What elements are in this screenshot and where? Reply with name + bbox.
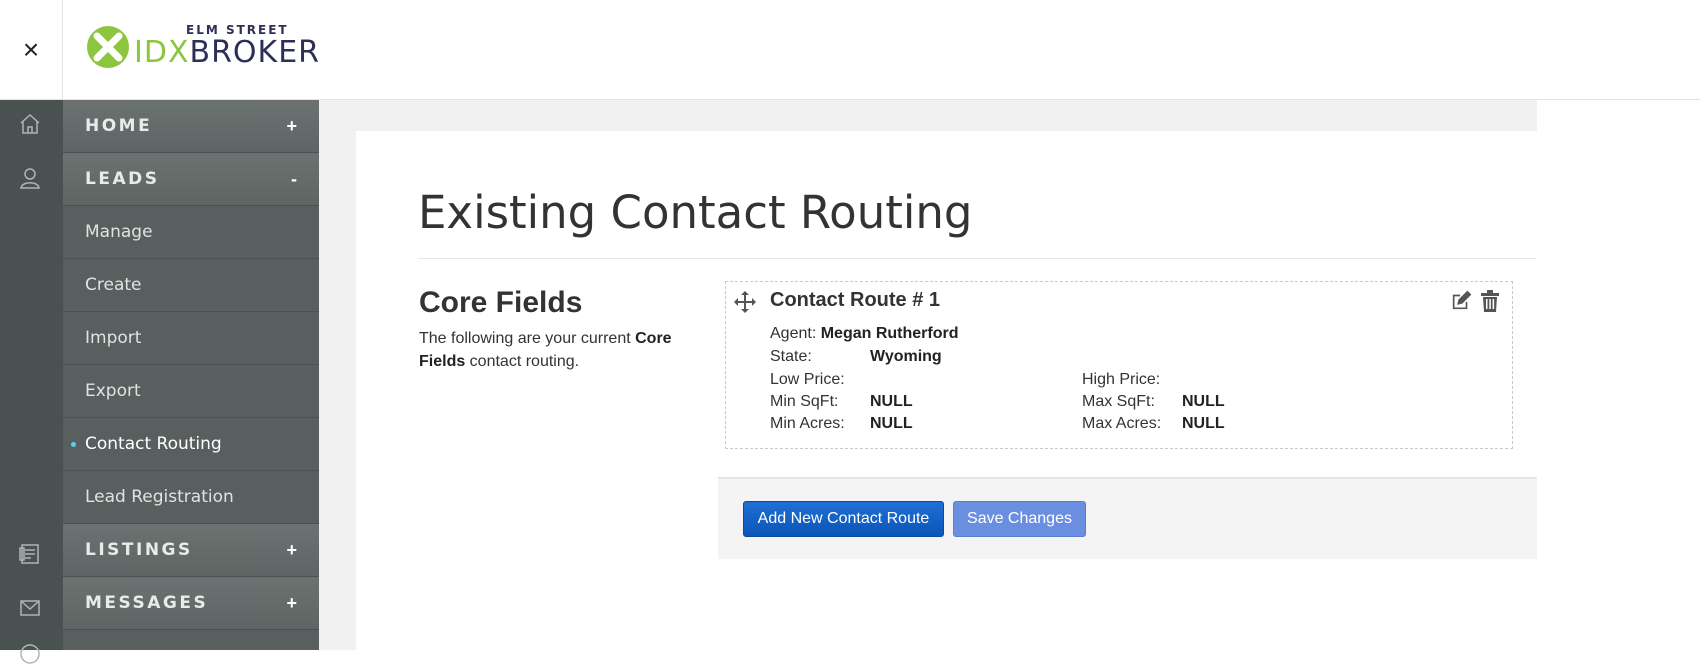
action-bar: Add New Contact Route Save Changes: [718, 477, 1537, 559]
state-label: State:: [770, 348, 812, 365]
nav-item-label: Contact Routing: [85, 434, 222, 454]
nav-item-create[interactable]: Create: [63, 259, 319, 312]
nav-item-lead-registration[interactable]: Lead Registration: [63, 471, 319, 524]
logo-mark-icon: [87, 26, 129, 68]
collapse-icon: -: [291, 168, 297, 189]
max-sqft-value: NULL: [1182, 393, 1225, 410]
nav-item-export[interactable]: Export: [63, 365, 319, 418]
min-acres-value: NULL: [870, 415, 913, 432]
edit-icon[interactable]: [1450, 290, 1472, 312]
help-icon[interactable]: [18, 642, 44, 668]
user-icon[interactable]: [18, 166, 44, 192]
listings-icon[interactable]: [18, 542, 44, 568]
expand-icon: +: [286, 539, 297, 560]
nav-item-label: Lead Registration: [85, 487, 234, 507]
active-indicator: [71, 442, 76, 447]
nav-item-label: Create: [85, 275, 142, 295]
nav-item-manage[interactable]: Manage: [63, 206, 319, 259]
page-title: Existing Contact Routing: [418, 186, 973, 239]
icon-rail: [0, 100, 63, 664]
max-sqft-label: Max SqFt:: [1082, 393, 1155, 410]
home-icon[interactable]: [18, 112, 44, 138]
move-icon[interactable]: [733, 290, 757, 314]
nav-item-label: Import: [85, 328, 142, 348]
min-sqft-value: NULL: [870, 393, 913, 410]
expand-icon: +: [286, 592, 297, 613]
nav-item-contact-routing[interactable]: Contact Routing: [63, 418, 319, 471]
nav-item-label: Manage: [85, 222, 153, 242]
agent-field: Agent: Megan Rutherford: [770, 325, 959, 342]
trash-icon[interactable]: [1480, 290, 1500, 312]
sidebar-nav: HOME + LEADS - Manage Create Import Expo…: [63, 100, 319, 650]
logo-broker-text: BROKER: [189, 35, 321, 70]
high-price-label: High Price:: [1082, 371, 1161, 388]
add-contact-route-button[interactable]: Add New Contact Route: [743, 501, 944, 537]
nav-section-messages[interactable]: MESSAGES +: [63, 577, 319, 630]
nav-section-label: LISTINGS: [85, 540, 193, 560]
section-title: Core Fields: [419, 286, 583, 319]
nav-section-label: LEADS: [85, 169, 160, 189]
nav-section-label: MESSAGES: [85, 593, 209, 613]
top-header: × ELM STREET IDXBROKER: [0, 0, 1700, 100]
agent-value: Megan Rutherford: [820, 325, 959, 342]
route-title: Contact Route # 1: [770, 289, 941, 311]
nav-section-home[interactable]: HOME +: [63, 100, 319, 153]
min-sqft-label: Min SqFt:: [770, 393, 839, 410]
section-description: The following are your current Core Fiel…: [419, 330, 672, 370]
close-menu-button[interactable]: ×: [0, 0, 63, 99]
min-acres-label: Min Acres:: [770, 415, 845, 432]
nav-item-import[interactable]: Import: [63, 312, 319, 365]
nav-section-listings[interactable]: LISTINGS +: [63, 524, 319, 577]
title-divider: [418, 258, 1536, 259]
logo-idx-text: IDX: [134, 35, 190, 70]
max-acres-label: Max Acres:: [1082, 415, 1162, 432]
max-acres-value: NULL: [1182, 415, 1225, 432]
nav-item-label: Export: [85, 381, 141, 401]
contact-route-card[interactable]: Contact Route # 1 Agent: Megan Rutherfor…: [725, 281, 1513, 449]
nav-section-label: HOME: [85, 116, 153, 136]
mail-icon[interactable]: [18, 596, 44, 622]
state-value: Wyoming: [870, 348, 942, 365]
low-price-label: Low Price:: [770, 371, 845, 388]
close-icon: ×: [22, 33, 40, 65]
save-changes-button[interactable]: Save Changes: [953, 501, 1086, 537]
nav-section-leads[interactable]: LEADS -: [63, 153, 319, 206]
expand-icon: +: [286, 115, 297, 136]
logo[interactable]: ELM STREET IDXBROKER: [86, 22, 320, 72]
